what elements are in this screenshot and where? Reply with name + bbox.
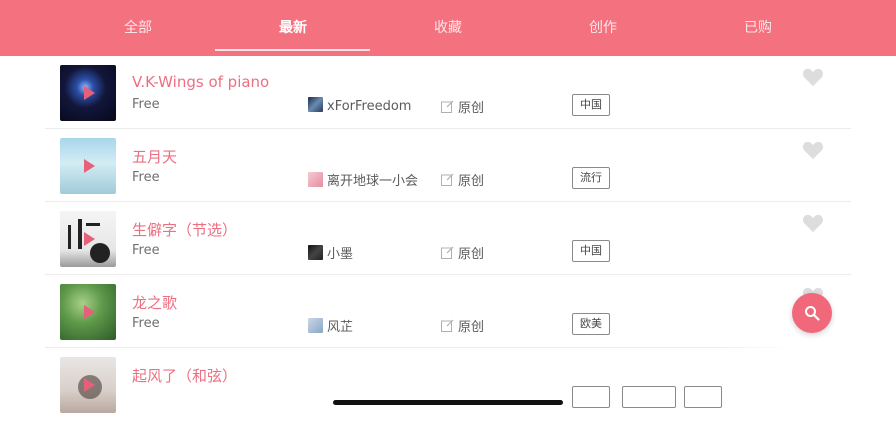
author-avatar [308,172,323,187]
song-title[interactable]: 龙之歌 [132,292,177,313]
genre-tag[interactable] [572,386,610,408]
source-label: 原创 [458,174,485,189]
song-title[interactable]: V.K-Wings of piano [132,73,269,91]
search-icon [805,306,820,321]
list-item[interactable]: V.K-Wings of piano Free xForFreedom 原创 中… [0,56,896,129]
author-avatar [308,245,323,260]
song-cover [60,284,116,340]
edit-icon [441,319,454,332]
song-author[interactable]: 风芷 [308,316,353,335]
edit-icon [441,100,454,113]
heart-icon[interactable] [802,67,824,87]
song-author[interactable]: 离开地球一小会 [308,170,418,189]
category-tab-bar: 全部 最新 收藏 创作 已购 [0,0,896,56]
play-icon [84,159,95,173]
song-title[interactable]: 五月天 [132,146,177,167]
source-label: 原创 [458,247,485,262]
tab-favorites[interactable]: 收藏 [434,0,462,56]
author-name: xForFreedom [327,99,412,114]
author-name: 风芷 [327,320,354,335]
song-cover [60,211,116,267]
author-avatar [308,318,323,333]
tab-purchased[interactable]: 已购 [744,0,772,56]
author-avatar [308,97,323,112]
list-item[interactable]: 生僻字（节选） Free 小墨 原创 中国 [0,202,896,275]
search-button[interactable] [792,293,832,333]
genre-tag[interactable]: 中国 [572,240,610,262]
source-label: 原创 [458,101,485,116]
song-cover [60,138,116,194]
heart-icon[interactable] [802,213,824,233]
heart-icon[interactable] [802,140,824,160]
song-price: Free [132,316,160,331]
song-cover [60,65,116,121]
list-item[interactable]: 龙之歌 Free 风芷 原创 欧美 [0,275,896,348]
song-author[interactable]: xForFreedom [308,97,411,114]
song-source: 原创 [440,97,484,116]
song-title[interactable]: 起风了（和弦） [132,365,237,386]
genre-tag[interactable] [684,386,722,408]
genre-tag[interactable] [622,386,676,408]
song-cover [60,357,116,413]
list-item[interactable]: 五月天 Free 离开地球一小会 原创 流行 [0,129,896,202]
song-title[interactable]: 生僻字（节选） [132,219,237,240]
list-fade-overlay [726,346,896,414]
genre-tag[interactable]: 中国 [572,94,610,116]
play-icon [84,305,95,319]
song-price: Free [132,97,160,112]
tab-creations[interactable]: 创作 [589,0,617,56]
genre-tag[interactable]: 流行 [572,167,610,189]
song-price: Free [132,243,160,258]
edit-icon [441,173,454,186]
song-price: Free [132,170,160,185]
song-source: 原创 [440,170,484,189]
play-icon [78,375,102,399]
cover-art-glyph [68,219,110,263]
author-name: 小墨 [327,247,354,262]
song-source: 原创 [440,316,484,335]
song-author[interactable]: 小墨 [308,243,353,262]
tab-latest[interactable]: 最新 [279,0,307,56]
play-icon [84,86,95,100]
home-indicator[interactable] [333,400,563,405]
source-label: 原创 [458,320,485,335]
author-name: 离开地球一小会 [327,174,419,189]
tab-all[interactable]: 全部 [124,0,152,56]
song-source: 原创 [440,243,484,262]
genre-tag[interactable]: 欧美 [572,313,610,335]
active-tab-indicator [215,49,370,51]
edit-icon [441,246,454,259]
